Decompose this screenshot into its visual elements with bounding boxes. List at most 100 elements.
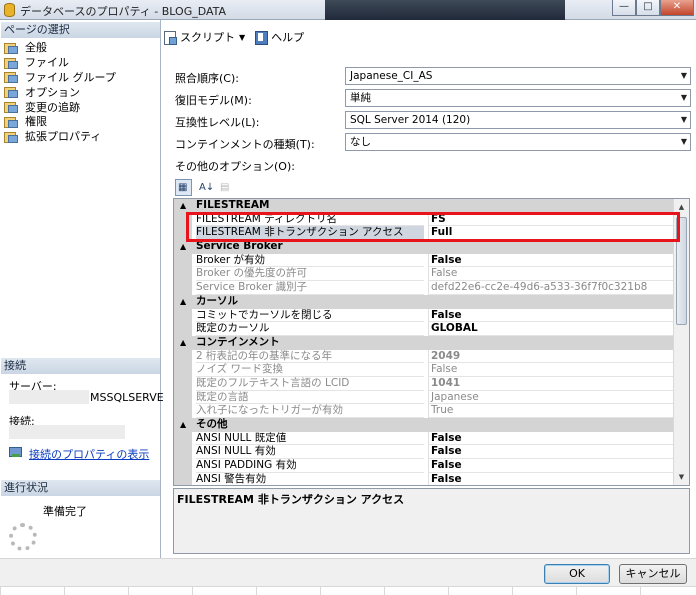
property-value[interactable]: False bbox=[428, 431, 674, 446]
property-value[interactable]: False bbox=[428, 308, 674, 323]
page-item[interactable]: 拡張プロパティ bbox=[4, 129, 116, 144]
page-item[interactable]: 変更の追跡 bbox=[4, 99, 116, 114]
property-name: 既定のフルテキスト言語の LCID bbox=[196, 377, 424, 391]
property-name: ANSI 警告有効 bbox=[196, 473, 424, 485]
server-value: MSSQLSERVE bbox=[90, 391, 164, 404]
recovery-model-combo[interactable]: 単純 ▼ bbox=[345, 89, 691, 107]
recovery-model-label: 復旧モデル(M): bbox=[175, 94, 252, 107]
page-item[interactable]: オプション bbox=[4, 84, 116, 99]
view-connection-properties-link[interactable]: 接続のプロパティの表示 bbox=[29, 446, 149, 462]
script-button[interactable]: スクリプト ▼ bbox=[163, 29, 249, 45]
help-icon bbox=[255, 30, 269, 45]
alphabetical-button[interactable]: A↓ bbox=[196, 179, 214, 196]
property-row[interactable]: 入れ子になったトリガーが有効 True bbox=[174, 404, 674, 418]
cancel-button[interactable]: キャンセル bbox=[619, 564, 687, 584]
property-pages-button[interactable]: ▤ bbox=[217, 179, 234, 196]
compat-level-label: 互換性レベル(L): bbox=[175, 116, 260, 129]
category-row[interactable]: ▲ その他 bbox=[174, 418, 674, 432]
categorized-icon: ▦ bbox=[178, 181, 188, 193]
collapse-icon[interactable]: ▲ bbox=[180, 240, 186, 254]
page-icon bbox=[4, 131, 19, 143]
collation-combo[interactable]: Japanese_CI_AS ▼ bbox=[345, 67, 691, 85]
categorized-button[interactable]: ▦ bbox=[175, 178, 192, 196]
property-row[interactable]: ANSI NULL 既定値 False bbox=[174, 431, 674, 446]
pages-header: ページの選択 bbox=[1, 22, 160, 38]
property-row[interactable]: ANSI PADDING 有効 False bbox=[174, 459, 674, 473]
property-row[interactable]: コミットでカーソルを閉じる False bbox=[174, 308, 674, 323]
row-margin bbox=[174, 376, 192, 391]
property-row[interactable]: ANSI NULL 有効 False bbox=[174, 445, 674, 460]
property-name: Broker が有効 bbox=[196, 254, 424, 268]
property-name: Service Broker 識別子 bbox=[196, 281, 424, 295]
page-item-label: ファイル グループ bbox=[25, 71, 116, 84]
category-name: その他 bbox=[196, 418, 228, 430]
row-margin bbox=[174, 281, 192, 295]
page-item-label: 権限 bbox=[25, 115, 47, 129]
collapse-icon[interactable]: ▲ bbox=[180, 295, 186, 309]
compat-level-combo[interactable]: SQL Server 2014 (120) ▼ bbox=[345, 111, 691, 129]
connection-properties-icon bbox=[9, 446, 23, 458]
category-name: コンテインメント bbox=[196, 335, 280, 348]
page-item[interactable]: ファイル bbox=[4, 55, 116, 70]
property-row[interactable]: ANSI 警告有効 False bbox=[174, 472, 674, 485]
property-value: Japanese bbox=[428, 390, 674, 405]
property-row[interactable]: 既定の言語 Japanese bbox=[174, 390, 674, 405]
row-margin bbox=[174, 404, 192, 418]
page-item[interactable]: 権限 bbox=[4, 114, 116, 129]
property-value[interactable]: False bbox=[428, 253, 674, 268]
category-row[interactable]: ▲ カーソル bbox=[174, 294, 674, 309]
ok-button[interactable]: OK bbox=[544, 564, 610, 584]
category-name: FILESTREAM bbox=[196, 199, 270, 211]
property-row[interactable]: Broker が有効 False bbox=[174, 253, 674, 268]
minimize-button[interactable]: — bbox=[612, 0, 636, 16]
maximize-button[interactable]: □ bbox=[636, 0, 660, 16]
page-item[interactable]: ファイル グループ bbox=[4, 70, 116, 85]
title-bar: データベースのプロパティ - BLOG_DATA — □ ✕ bbox=[0, 0, 696, 20]
containment-type-combo[interactable]: なし ▼ bbox=[345, 133, 691, 151]
script-icon bbox=[163, 30, 177, 45]
category-row[interactable]: ▲ FILESTREAM bbox=[174, 199, 674, 213]
property-grid-toolbar: ▦ A↓ ▤ bbox=[175, 178, 238, 196]
collapse-icon[interactable]: ▲ bbox=[180, 199, 186, 213]
server-name-redacted bbox=[9, 390, 89, 404]
collation-label: 照合順序(C): bbox=[175, 72, 239, 85]
database-icon bbox=[4, 3, 15, 17]
collapse-icon[interactable]: ▲ bbox=[180, 336, 186, 350]
close-button[interactable]: ✕ bbox=[660, 0, 694, 16]
chevron-down-icon: ▼ bbox=[680, 93, 687, 102]
property-pages-icon: ▤ bbox=[220, 181, 230, 193]
highlight-annotation-box bbox=[186, 212, 680, 242]
category-row[interactable]: ▲ コンテインメント bbox=[174, 335, 674, 350]
page-item-label: オプション bbox=[25, 85, 80, 99]
property-value: defd22e6-cc2e-49d6-a533-36f7f0c321b8 bbox=[428, 281, 674, 295]
property-name: Broker の優先度の許可 bbox=[196, 267, 424, 282]
scroll-down-icon[interactable]: ▼ bbox=[674, 470, 689, 484]
help-button[interactable]: ヘルプ bbox=[255, 29, 304, 45]
page-item[interactable]: 全般 bbox=[4, 40, 116, 55]
property-row[interactable]: ノイズ ワード変換 False bbox=[174, 363, 674, 377]
category-row[interactable]: ▲ Service Broker bbox=[174, 240, 674, 254]
property-row[interactable]: 既定のカーソル GLOBAL bbox=[174, 322, 674, 336]
collapse-icon[interactable]: ▲ bbox=[180, 418, 186, 432]
page-item-label: 変更の追跡 bbox=[25, 100, 80, 114]
property-row[interactable]: Broker の優先度の許可 False bbox=[174, 267, 674, 282]
property-value[interactable]: False bbox=[428, 445, 674, 460]
property-value: 2049 bbox=[428, 349, 674, 364]
script-dropdown-arrow-icon[interactable]: ▼ bbox=[239, 33, 245, 42]
property-row[interactable]: Service Broker 識別子 defd22e6-cc2e-49d6-a53… bbox=[174, 281, 674, 295]
property-description-title: FILESTREAM 非トランザクション アクセス bbox=[177, 493, 405, 506]
row-margin bbox=[174, 308, 192, 323]
property-name: ANSI PADDING 有効 bbox=[196, 459, 424, 473]
property-row[interactable]: 2 桁表記の年の基準になる年 2049 bbox=[174, 349, 674, 364]
other-options-label: その他のオプション(O): bbox=[175, 160, 295, 173]
property-name: 2 桁表記の年の基準になる年 bbox=[196, 350, 424, 364]
property-name: コミットでカーソルを閉じる bbox=[196, 309, 424, 323]
pages-list: 全般 ファイル ファイル グループ オプション 変更の追跡 権限 拡張プロパティ bbox=[4, 40, 116, 144]
property-value[interactable]: False bbox=[428, 459, 674, 473]
background-grid bbox=[0, 586, 696, 595]
progress-header: 進行状況 bbox=[1, 480, 160, 496]
script-label: スクリプト bbox=[180, 31, 235, 44]
property-row[interactable]: 既定のフルテキスト言語の LCID 1041 bbox=[174, 376, 674, 391]
property-value[interactable]: False bbox=[428, 472, 674, 485]
property-value[interactable]: GLOBAL bbox=[428, 322, 674, 336]
